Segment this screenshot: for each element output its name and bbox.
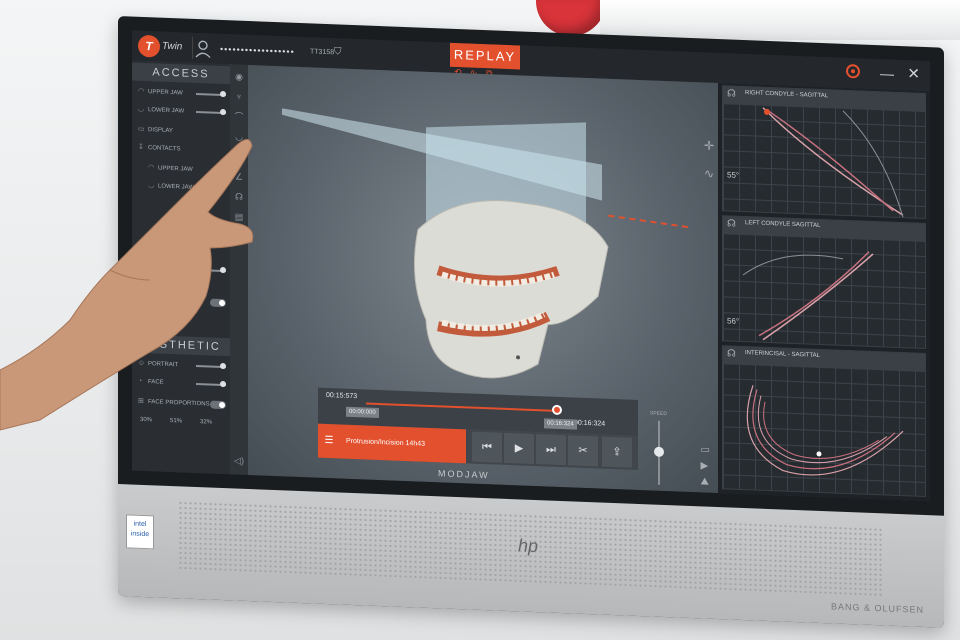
replay-button[interactable]: REPLAY bbox=[450, 42, 520, 70]
tooth-icon: ◡ bbox=[138, 105, 145, 114]
right-panel: ☊ RIGHT CONDYLE - SAGITTAL 55° ☊ LEFT CO… bbox=[718, 83, 930, 502]
folder-icon[interactable]: ▭ ▶ ⛰ ⧉ bbox=[701, 442, 710, 501]
viewport-brand: MODJAW bbox=[438, 468, 490, 481]
bang-olufsen-label: BANG & OLUFSEN bbox=[830, 601, 924, 615]
lamp-arm bbox=[600, 0, 960, 40]
user-hand bbox=[0, 139, 254, 431]
end-time: 00:16:324 bbox=[574, 419, 606, 428]
minimize-icon[interactable]: — bbox=[880, 65, 894, 82]
head-profile-icon: ☊ bbox=[727, 348, 736, 360]
graph-left-condyle[interactable]: ☊ LEFT CONDYLE SAGITTAL 56° bbox=[722, 215, 926, 350]
shield-icon[interactable]: ⛉ bbox=[334, 46, 342, 57]
cut-button[interactable]: ✂ bbox=[568, 435, 598, 467]
speaker-icon[interactable]: ◁) bbox=[233, 454, 245, 466]
jaw-model[interactable] bbox=[398, 169, 618, 397]
left-condyle-trace bbox=[742, 251, 874, 341]
app-name: Twin bbox=[162, 40, 183, 53]
share-button[interactable]: ⇪ bbox=[602, 436, 632, 468]
clip-name[interactable]: Protrusion/Incision 14h43 bbox=[340, 424, 466, 464]
graph-angle: 55° bbox=[727, 170, 740, 180]
head-profile-icon: ☊ bbox=[727, 218, 736, 230]
end-marker[interactable]: 00:16:324 bbox=[544, 418, 577, 430]
access-row-lower-jaw[interactable]: ◡ LOWER JAW bbox=[138, 103, 226, 120]
hp-logo: hp bbox=[518, 535, 539, 557]
app-logo: T bbox=[138, 34, 160, 58]
current-time: 00:15:573 bbox=[326, 391, 358, 401]
speed-label: SPEED bbox=[650, 410, 667, 418]
access-section-title: ACCESS bbox=[132, 62, 230, 85]
start-marker[interactable]: 00:00:000 bbox=[346, 406, 379, 419]
tooth-tool-icon[interactable]: ♆ bbox=[233, 90, 245, 102]
speed-knob[interactable] bbox=[654, 446, 664, 457]
opacity-slider[interactable] bbox=[196, 92, 226, 97]
opacity-slider[interactable] bbox=[196, 110, 226, 115]
close-icon[interactable]: ✕ bbox=[907, 64, 920, 82]
graph-right-condyle[interactable]: ☊ RIGHT CONDYLE - SAGITTAL 55° bbox=[722, 85, 926, 220]
timeline-track[interactable] bbox=[366, 402, 556, 412]
eye-icon[interactable]: ◉ bbox=[233, 70, 245, 82]
clip-menu-button[interactable]: ☰ bbox=[318, 423, 340, 459]
speed-control[interactable]: SPEED bbox=[648, 410, 672, 491]
previous-button[interactable]: ⏮ bbox=[472, 431, 502, 463]
patient-code: TT3158 bbox=[310, 48, 335, 57]
graph-title: LEFT CONDYLE SAGITTAL bbox=[745, 220, 821, 229]
record-icon[interactable] bbox=[846, 63, 860, 79]
graph-title: INTERINCISAL - SAGITTAL bbox=[745, 350, 821, 359]
interincisal-trace bbox=[746, 385, 904, 476]
graph-angle: 56° bbox=[727, 316, 740, 326]
next-button[interactable]: ⏭ bbox=[536, 434, 566, 466]
right-condyle-trace bbox=[762, 107, 904, 218]
plane-intersection-line bbox=[608, 214, 688, 231]
play-button[interactable]: ▶ bbox=[504, 432, 534, 464]
intel-sticker: intel inside bbox=[126, 514, 154, 550]
user-icon[interactable] bbox=[192, 36, 213, 60]
3d-viewport[interactable]: ✛ ∿ 00:15:573 00:00:000 00:16:324 ☰ Protr… bbox=[248, 64, 718, 501]
timeline-knob[interactable] bbox=[552, 404, 562, 416]
tooth-icon: ◠ bbox=[138, 87, 145, 96]
graph-interincisal[interactable]: ☊ INTERINCISAL - SAGITTAL bbox=[722, 345, 926, 498]
password-field[interactable]: •••••••••••••••••• bbox=[220, 44, 295, 57]
move-icon[interactable]: ✛ ∿ bbox=[704, 139, 714, 181]
graph-title: RIGHT CONDYLE - SAGITTAL bbox=[745, 90, 829, 100]
head-profile-icon: ☊ bbox=[727, 88, 736, 100]
access-row-upper-jaw[interactable]: ◠ UPPER JAW bbox=[138, 85, 226, 102]
